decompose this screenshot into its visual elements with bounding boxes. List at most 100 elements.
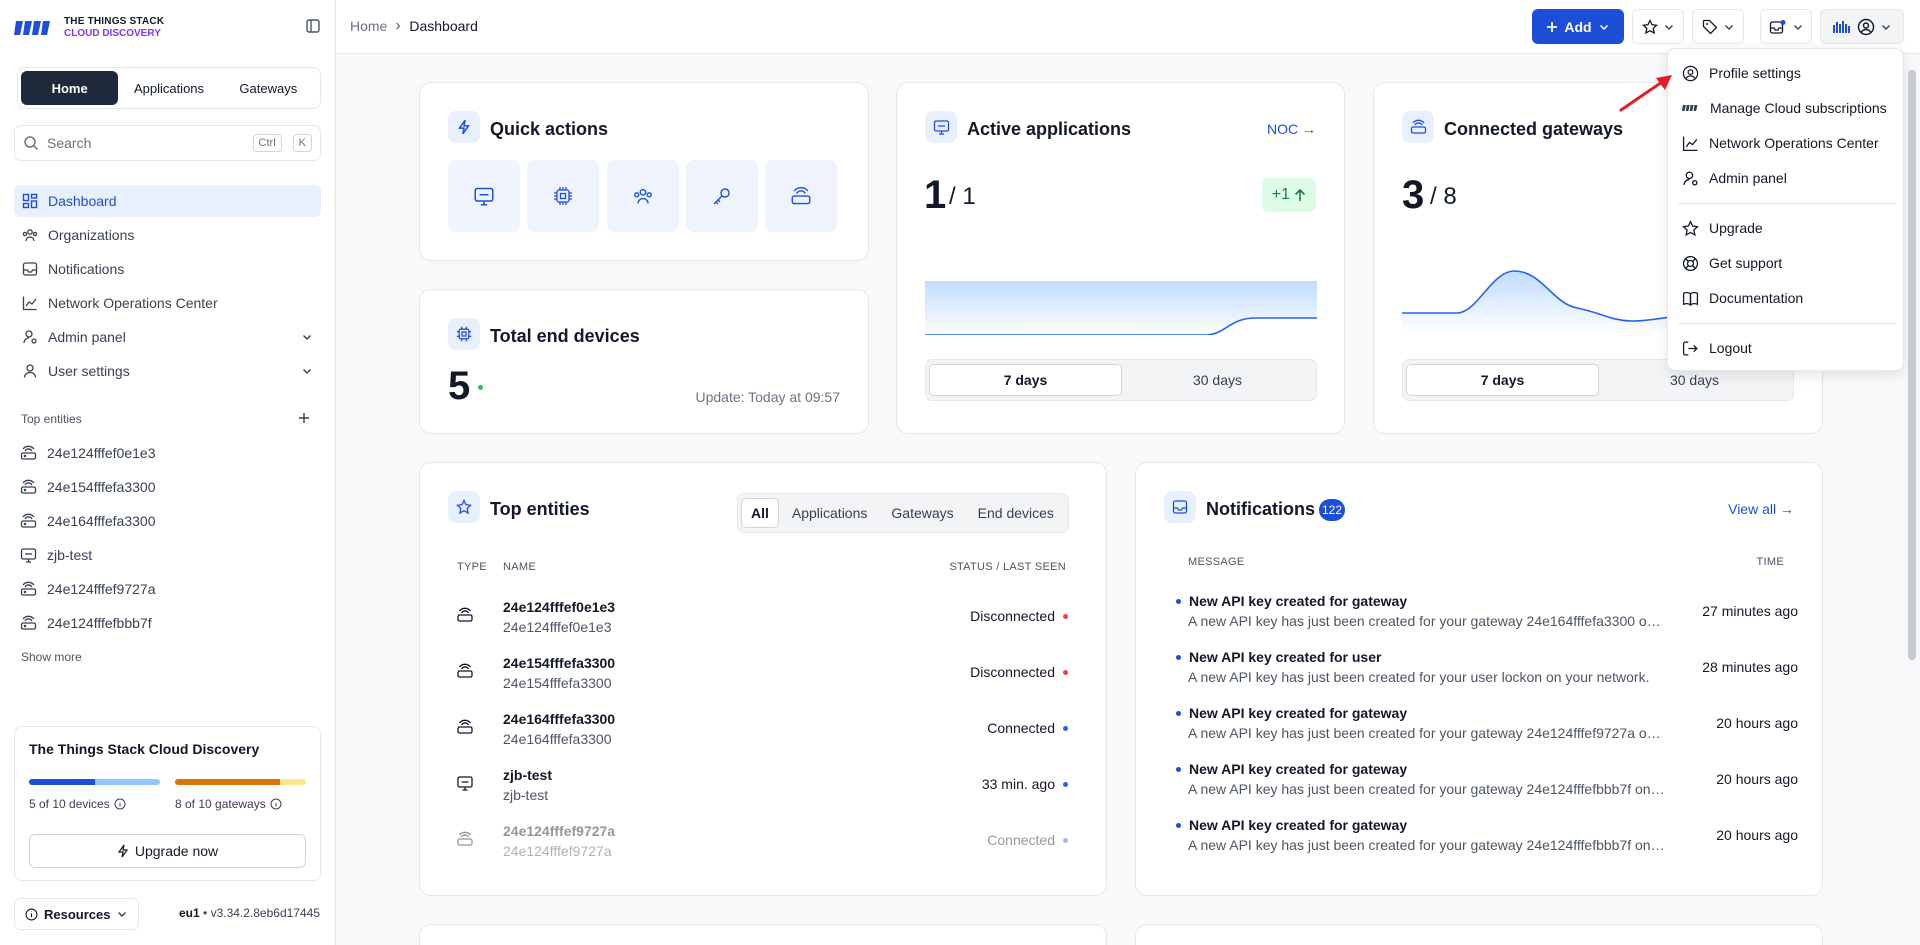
switcher-gateways[interactable]: Gateways: [220, 71, 317, 105]
add-entity-icon[interactable]: [297, 411, 311, 425]
sidebar-entity-label: 24e124fffef0e1e3: [47, 445, 156, 461]
tab-end-devices[interactable]: End devices: [967, 498, 1065, 528]
gateway-icon: [790, 186, 812, 206]
status-dot: [1063, 781, 1068, 787]
sidebar-entity[interactable]: 24e124fffef0e1e3: [20, 439, 156, 467]
upgrade-now-button[interactable]: Upgrade now: [29, 834, 306, 868]
table-row[interactable]: 24e164fffefa3300 24e164fffefa3300 Connec…: [420, 705, 1106, 761]
notification-body: A new API key has just been created for …: [1188, 613, 1666, 629]
notification-item[interactable]: New API key created for gateway A new AP…: [1176, 705, 1798, 761]
nav-label: Organizations: [48, 227, 135, 243]
sidebar-entity-label: zjb-test: [47, 547, 93, 563]
quick-add-organization-button[interactable]: [607, 160, 679, 232]
nav-user-settings[interactable]: User settings: [14, 355, 321, 387]
inbox-icon: [22, 261, 38, 277]
plan-card: The Things Stack Cloud Discovery 5 of 10…: [14, 726, 321, 881]
info-icon[interactable]: [114, 798, 126, 810]
quick-add-application-button[interactable]: [448, 160, 520, 232]
notification-body: A new API key has just been created for …: [1188, 669, 1650, 685]
notification-body: A new API key has just been created for …: [1188, 781, 1666, 797]
menu-item-logout[interactable]: Logout: [1682, 336, 1752, 360]
sidebar-entity[interactable]: 24e124fffefbbb7f: [20, 609, 152, 637]
entity-status-text: Connected: [987, 832, 1055, 848]
search-input[interactable]: Search Ctrl K: [14, 125, 321, 161]
chevron-down-icon: [1880, 21, 1892, 33]
menu-item-network-operations-center[interactable]: Network Operations Center: [1682, 131, 1879, 155]
tags-button[interactable]: [1692, 9, 1744, 44]
switcher-home[interactable]: Home: [21, 71, 119, 105]
table-row[interactable]: 24e124fffef0e1e3 24e124fffef0e1e3 Discon…: [420, 593, 1106, 649]
sidebar-collapse-icon[interactable]: [306, 19, 320, 33]
menu-item-upgrade[interactable]: Upgrade: [1682, 216, 1763, 240]
quick-add-end-device-button[interactable]: [527, 160, 599, 232]
entity-name: zjb-test: [503, 767, 552, 783]
menu-item-documentation[interactable]: Documentation: [1682, 286, 1803, 310]
unread-dot: [1176, 654, 1181, 660]
notifications-count-badge: 122: [1319, 499, 1346, 521]
range-7-days[interactable]: 7 days: [929, 364, 1122, 396]
sidebar-entity[interactable]: 24e164fffefa3300: [20, 507, 156, 535]
menu-item-manage-subscriptions[interactable]: Manage Cloud subscriptions: [1682, 96, 1887, 120]
sidebar-entity-label: 24e164fffefa3300: [47, 513, 156, 529]
sidebar-entity[interactable]: 24e154fffefa3300: [20, 473, 156, 501]
user-circle-icon: [1857, 18, 1875, 36]
menu-label: Get support: [1709, 255, 1783, 271]
notification-item[interactable]: New API key created for gateway A new AP…: [1176, 593, 1798, 649]
menu-item-get-support[interactable]: Get support: [1682, 251, 1782, 275]
notification-item[interactable]: New API key created for gateway A new AP…: [1176, 817, 1798, 873]
version-separator: •: [199, 906, 211, 920]
entity-filter-tabs: All Applications Gateways End devices: [737, 493, 1069, 533]
tab-all[interactable]: All: [741, 498, 779, 528]
quick-add-api-key-button[interactable]: [686, 160, 758, 232]
resources-dropdown[interactable]: Resources: [14, 898, 140, 930]
notification-item[interactable]: New API key created for user A new API k…: [1176, 649, 1798, 705]
tab-applications[interactable]: Applications: [781, 498, 879, 528]
nav-organizations[interactable]: Organizations: [14, 219, 321, 251]
nav-network-operations-center[interactable]: Network Operations Center: [14, 287, 321, 319]
add-label: Add: [1564, 18, 1592, 35]
bookmarks-button[interactable]: [1632, 9, 1684, 44]
info-icon[interactable]: [270, 798, 282, 810]
sidebar-entity[interactable]: zjb-test: [20, 541, 92, 569]
entity-name: 24e124fffef0e1e3: [503, 599, 616, 615]
range-30-days[interactable]: 30 days: [1122, 364, 1313, 396]
quick-add-gateway-button[interactable]: [765, 160, 837, 232]
col-name: NAME: [503, 561, 536, 573]
switcher-applications[interactable]: Applications: [120, 71, 217, 105]
notification-time: 20 hours ago: [1716, 771, 1798, 787]
noc-link[interactable]: NOC →: [1267, 121, 1316, 137]
menu-item-profile-settings[interactable]: Profile settings: [1682, 61, 1801, 85]
view-all-link[interactable]: View all →: [1728, 501, 1794, 517]
menu-label: Upgrade: [1709, 220, 1763, 236]
show-more-link[interactable]: Show more: [21, 650, 82, 664]
sidebar-entity-label: 24e154fffefa3300: [47, 479, 156, 495]
nav-notifications[interactable]: Notifications: [14, 253, 321, 285]
plan-title: The Things Stack Cloud Discovery: [29, 741, 260, 757]
gateway-icon: [456, 719, 474, 735]
notification-time: 20 hours ago: [1716, 715, 1798, 731]
table-row[interactable]: 24e124fffef9727a 24e124fffef9727a Connec…: [420, 817, 1106, 873]
scrollbar[interactable]: [1908, 70, 1916, 660]
nav-admin-panel[interactable]: Admin panel: [14, 321, 321, 353]
notification-title-text: New API key created for gateway: [1189, 705, 1408, 721]
sidebar-entity[interactable]: 24e124fffef9727a: [20, 575, 156, 603]
sidebar-entity-label: 24e124fffefbbb7f: [47, 615, 152, 631]
range-7-days[interactable]: 7 days: [1406, 364, 1599, 396]
table-row[interactable]: zjb-test zjb-test 33 min. ago: [420, 761, 1106, 817]
table-row[interactable]: 24e154fffefa3300 24e154fffefa3300 Discon…: [420, 649, 1106, 705]
brand-logo[interactable]: THE THINGS STACK CLOUD DISCOVERY: [14, 16, 164, 40]
profile-button[interactable]: [1820, 9, 1904, 44]
notification-item[interactable]: New API key created for gateway A new AP…: [1176, 761, 1798, 817]
tab-gateways[interactable]: Gateways: [880, 498, 964, 528]
breadcrumb-home[interactable]: Home: [350, 18, 387, 34]
notifications-button[interactable]: [1760, 9, 1812, 44]
add-button[interactable]: Add: [1532, 9, 1624, 44]
menu-item-admin-panel[interactable]: Admin panel: [1682, 166, 1787, 190]
application-icon: [20, 547, 37, 563]
chart-icon: [1682, 135, 1699, 152]
notifications-title: Notifications: [1206, 499, 1316, 519]
nav-dashboard[interactable]: Dashboard: [14, 185, 321, 217]
bottom-card-right: [1135, 924, 1823, 945]
connected-gw-total: / 8: [1430, 183, 1457, 210]
notification-title-text: New API key created for user: [1189, 649, 1382, 665]
